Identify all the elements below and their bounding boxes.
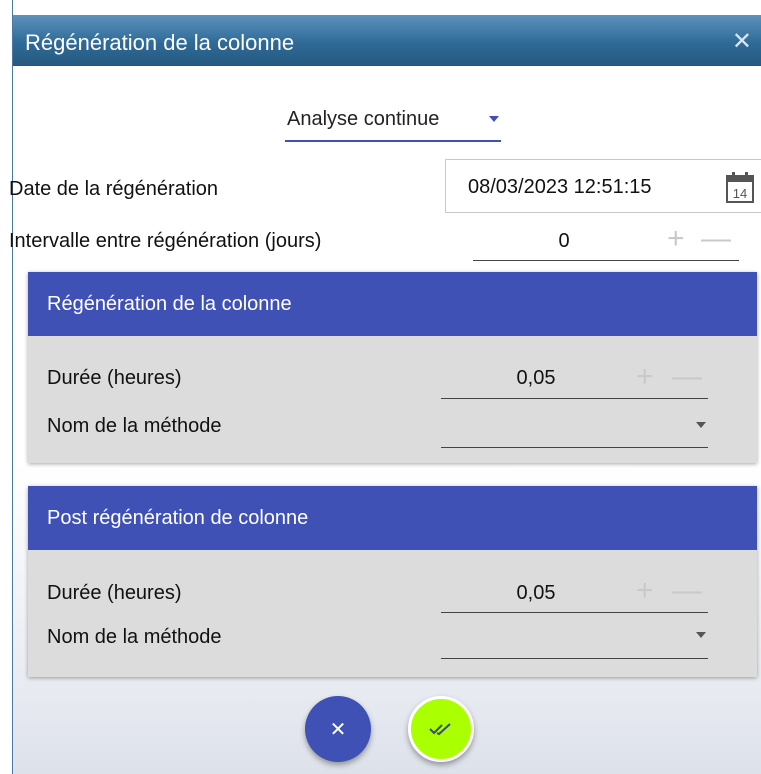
chevron-down-icon	[489, 116, 499, 122]
regen-method-label: Nom de la méthode	[47, 415, 222, 437]
chevron-down-icon	[696, 632, 706, 638]
post-duration-input[interactable]	[441, 576, 708, 613]
plus-icon[interactable]: +	[667, 224, 685, 254]
post-method-select[interactable]	[441, 623, 708, 659]
post-method-label: Nom de la méthode	[47, 626, 222, 648]
regeneration-date-label: Date de la régénération	[9, 178, 219, 200]
minus-icon[interactable]: —	[701, 224, 731, 254]
regeneration-card-header: Régénération de la colonne	[28, 272, 757, 336]
close-icon: ✕	[329, 718, 347, 741]
plus-icon[interactable]: +	[636, 362, 654, 392]
close-icon[interactable]: ✕	[732, 27, 752, 56]
confirm-button[interactable]	[408, 696, 474, 762]
regen-duration-value: 0,05	[516, 367, 556, 389]
regeneration-date-value: 08/03/2023 12:51:15	[468, 176, 652, 198]
post-regeneration-card: Post régénération de colonne Durée (heur…	[28, 486, 757, 677]
interval-value: 0	[558, 230, 570, 252]
minus-icon[interactable]: —	[672, 576, 702, 606]
post-duration-label: Durée (heures)	[47, 582, 182, 604]
regen-method-select[interactable]	[441, 412, 708, 448]
cancel-button[interactable]: ✕	[305, 696, 371, 762]
window-title: Régénération de la colonne	[25, 30, 295, 55]
dialog-window: Régénération de la colonne ✕ Analyse con…	[9, 0, 761, 774]
minus-icon[interactable]: —	[672, 362, 702, 392]
regen-duration-input[interactable]	[441, 362, 708, 399]
title-bar[interactable]: Régénération de la colonne ✕	[13, 15, 761, 66]
regeneration-card: Régénération de la colonne Durée (heures…	[28, 272, 757, 463]
mode-dropdown[interactable]: Analyse continue	[285, 96, 501, 142]
double-check-icon	[429, 723, 451, 736]
interval-input[interactable]	[473, 224, 739, 261]
regen-duration-label: Durée (heures)	[47, 367, 182, 389]
post-regeneration-card-title: Post régénération de colonne	[47, 507, 309, 529]
regeneration-date-field[interactable]: 08/03/2023 12:51:15 14	[445, 159, 761, 213]
calendar-icon[interactable]: 14	[725, 171, 755, 204]
post-regeneration-card-header: Post régénération de colonne	[28, 486, 757, 550]
regeneration-card-title: Régénération de la colonne	[47, 293, 292, 315]
chevron-down-icon	[696, 422, 706, 428]
plus-icon[interactable]: +	[636, 576, 654, 606]
post-duration-value: 0,05	[516, 582, 556, 604]
calendar-day-text: 14	[733, 186, 747, 201]
interval-label: Intervalle entre régénération (jours)	[9, 230, 322, 252]
mode-dropdown-value: Analyse continue	[287, 108, 440, 130]
